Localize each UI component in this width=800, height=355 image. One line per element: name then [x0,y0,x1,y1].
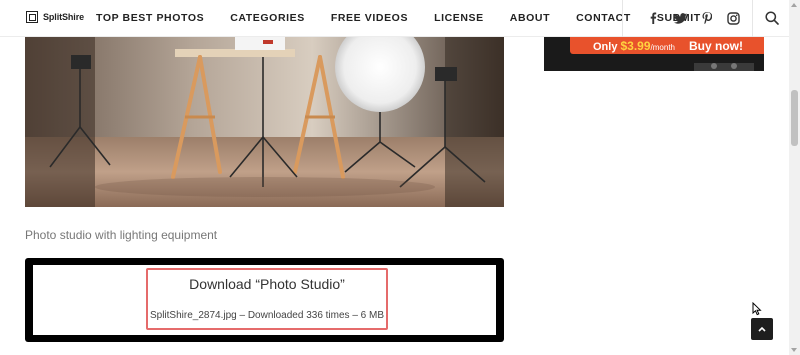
main-nav: TOP BEST PHOTOS CATEGORIES FREE VIDEOS L… [96,12,727,24]
site-header: SplitShire TOP BEST PHOTOS CATEGORIES FR… [0,0,789,37]
back-to-top-button[interactable] [751,318,773,340]
nav-license[interactable]: LICENSE [434,12,484,24]
nav-free-videos[interactable]: FREE VIDEOS [331,12,408,24]
scroll-down-arrow-icon[interactable] [791,348,797,352]
twitter-icon[interactable] [672,10,688,26]
studio-photo[interactable] [25,37,504,207]
ad-buy-label: Buy now! [689,38,743,53]
chevron-up-icon [758,326,766,332]
site-logo[interactable]: SplitShire [26,11,84,23]
ad-cta-button[interactable]: Only $3.99/month Buy now! [570,37,764,54]
scrollbar-thumb[interactable] [791,90,798,146]
mouse-cursor-icon [752,302,762,316]
nav-categories[interactable]: CATEGORIES [230,12,305,24]
download-meta: SplitShire_2874.jpg – Downloaded 336 tim… [149,310,385,321]
ad-price: Only $3.99/month [592,38,675,53]
header-divider-right [752,0,753,37]
pinterest-icon[interactable] [699,10,715,26]
nav-top-best-photos[interactable]: TOP BEST PHOTOS [96,12,204,24]
nav-about[interactable]: ABOUT [510,12,550,24]
logo-text: SplitShire [43,12,85,22]
search-icon[interactable] [764,10,780,26]
header-divider [622,0,623,37]
ad-banner[interactable]: Only $3.99/month Buy now! [544,37,764,71]
logo-icon [26,11,38,23]
instagram-icon[interactable] [725,10,741,26]
scroll-up-arrow-icon[interactable] [791,3,797,7]
photo-caption: Photo studio with lighting equipment [25,228,218,242]
facebook-icon[interactable] [645,10,661,26]
download-title[interactable]: Download “Photo Studio” [146,276,388,292]
page-scrollbar[interactable] [789,0,800,355]
ad-graphic [694,63,754,71]
